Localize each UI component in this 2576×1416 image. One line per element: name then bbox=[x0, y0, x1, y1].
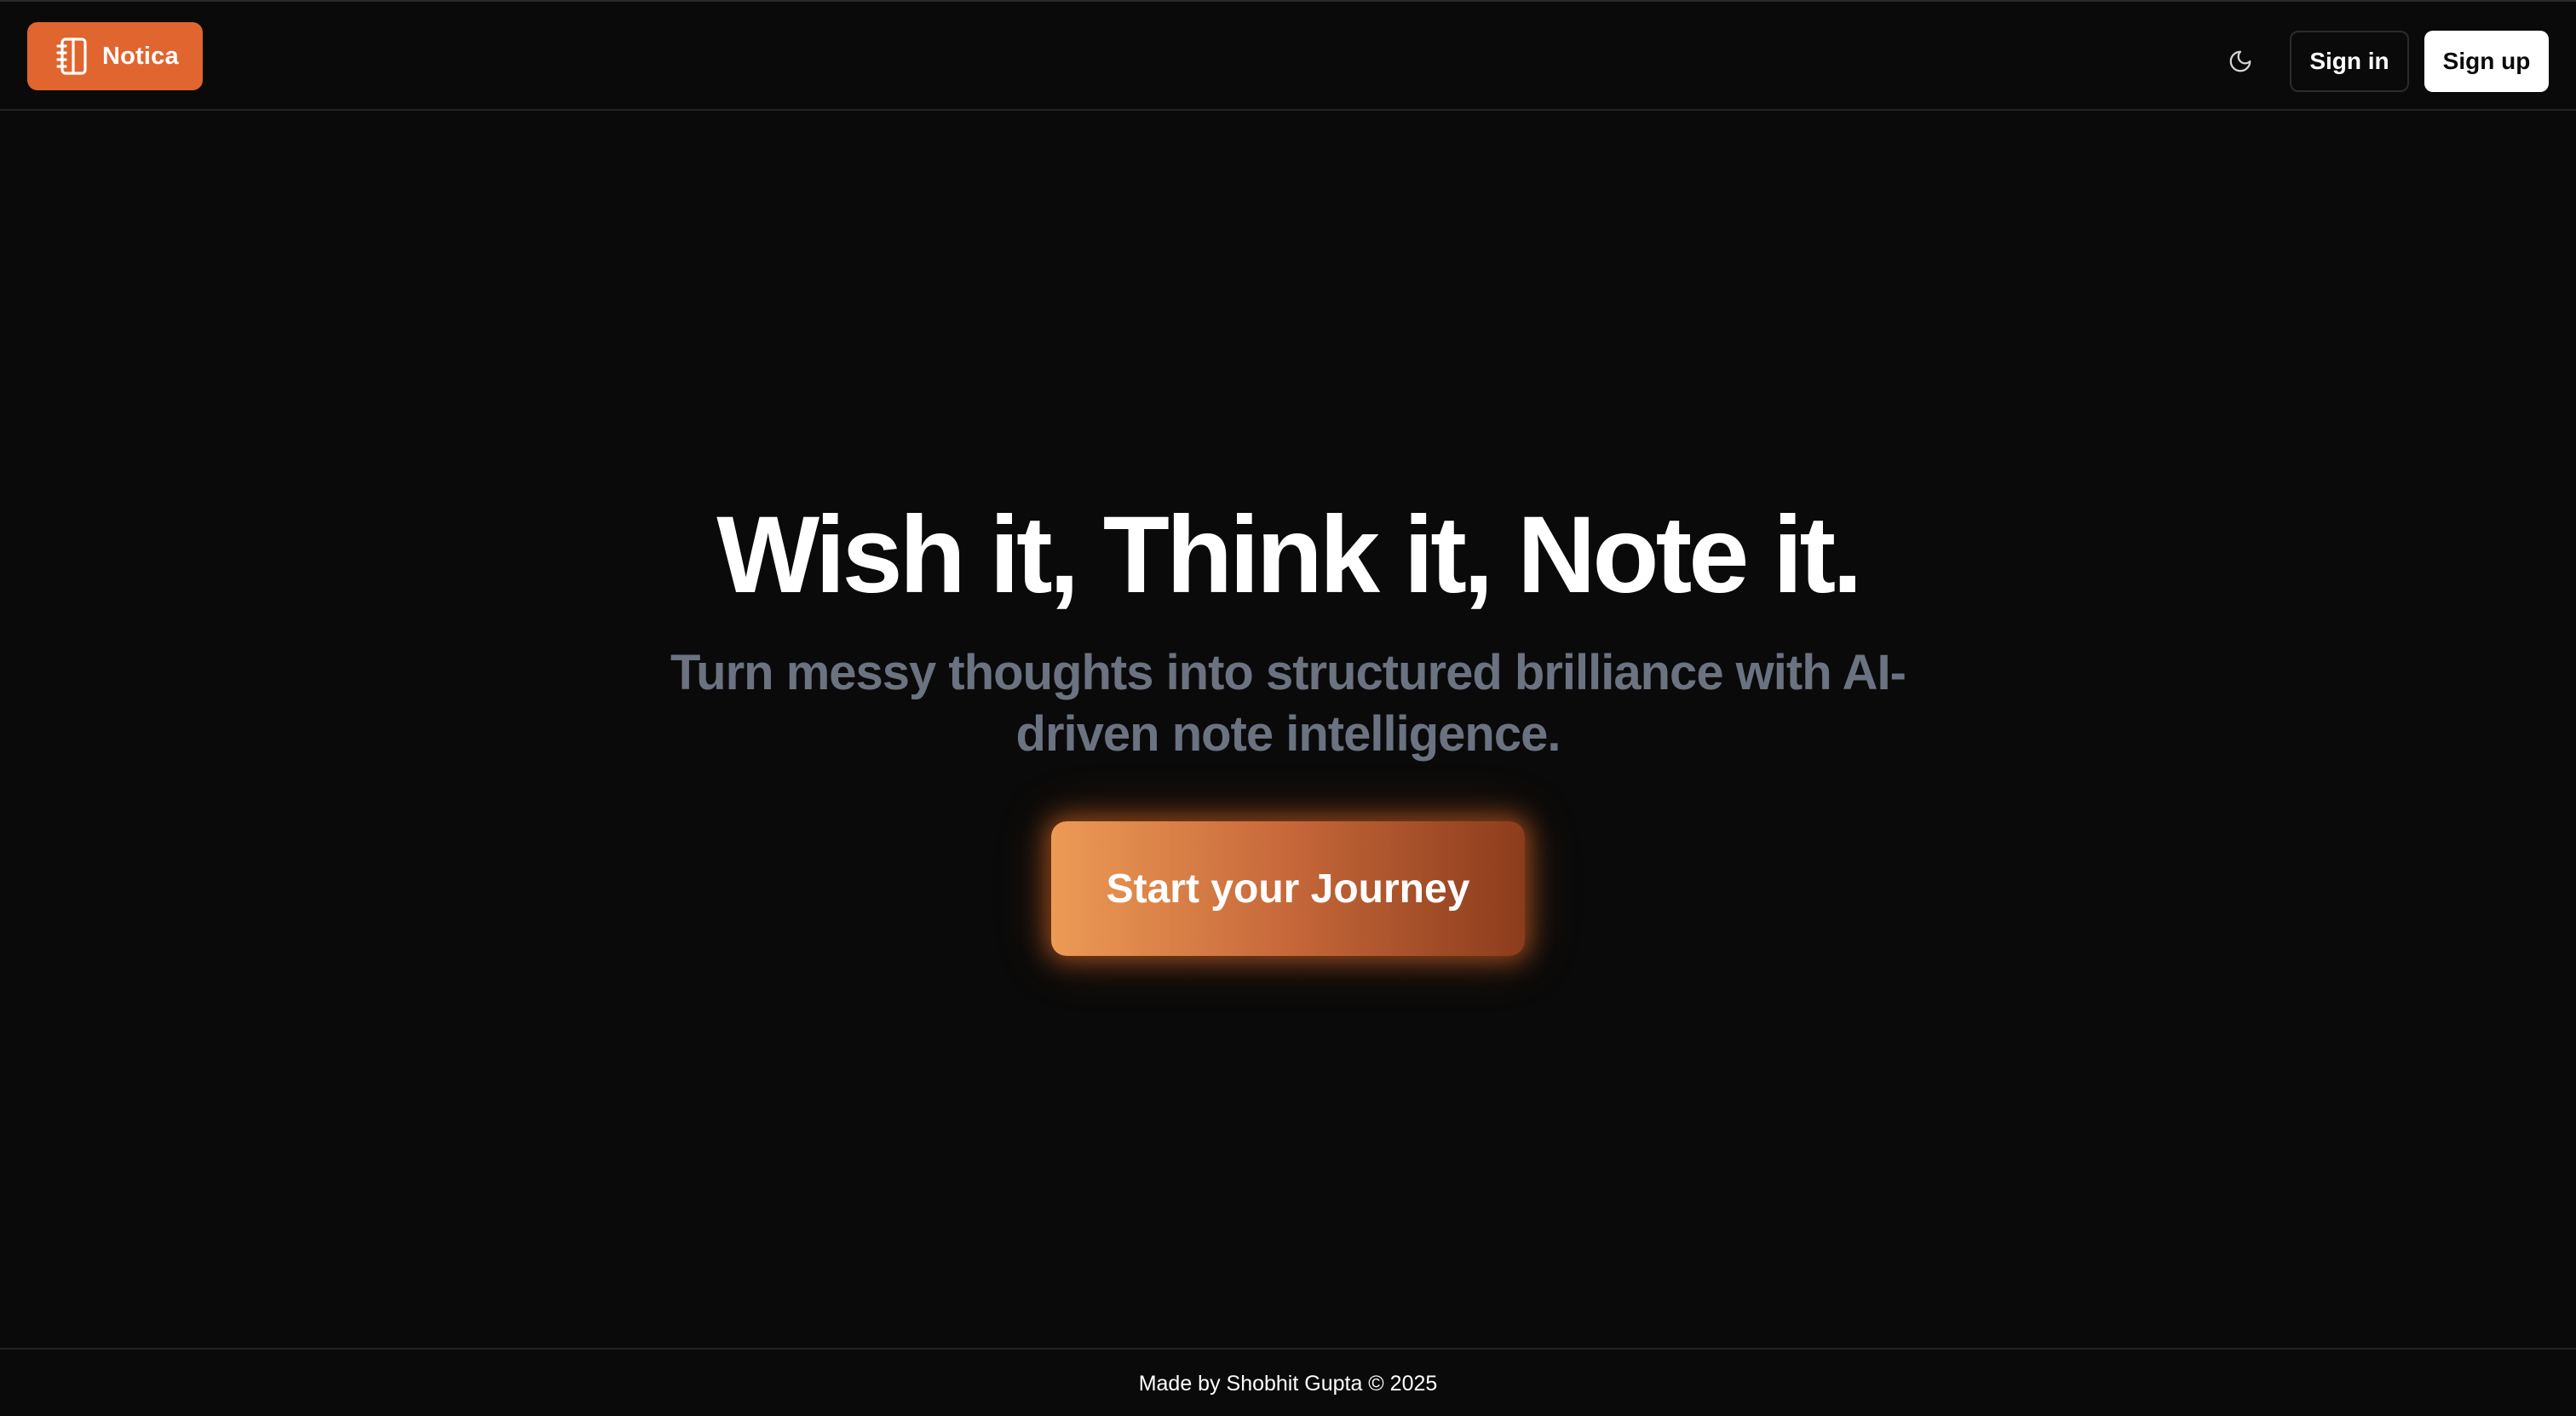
sign-up-button[interactable]: Sign up bbox=[2424, 31, 2549, 92]
hero-subtitle-line-1: Turn messy thoughts into structured bril… bbox=[670, 645, 1906, 700]
top-navbar: Notica Sign in Sign up bbox=[0, 2, 2576, 111]
sign-in-button[interactable]: Sign in bbox=[2290, 31, 2409, 92]
notebook-icon bbox=[53, 36, 90, 77]
theme-toggle-button[interactable] bbox=[2218, 39, 2263, 83]
footer: Made by Shobhit Gupta © 2025 bbox=[0, 1348, 2576, 1416]
footer-credit: Made by Shobhit Gupta © 2025 bbox=[1138, 1371, 1438, 1396]
brand-logo-button[interactable]: Notica bbox=[27, 22, 203, 90]
start-journey-button[interactable]: Start your Journey bbox=[1051, 821, 1525, 956]
hero-subtitle-line-2: driven note intelligence. bbox=[1015, 706, 1561, 762]
moon-icon bbox=[2228, 49, 2253, 74]
landing-page: Notica Sign in Sign up Wish it, Think it… bbox=[0, 0, 2576, 1416]
hero-title: Wish it, Think it, Note it. bbox=[716, 494, 1862, 616]
brand-name: Notica bbox=[102, 42, 179, 70]
hero-subtitle: Turn messy thoughts into structured bril… bbox=[649, 642, 1927, 765]
